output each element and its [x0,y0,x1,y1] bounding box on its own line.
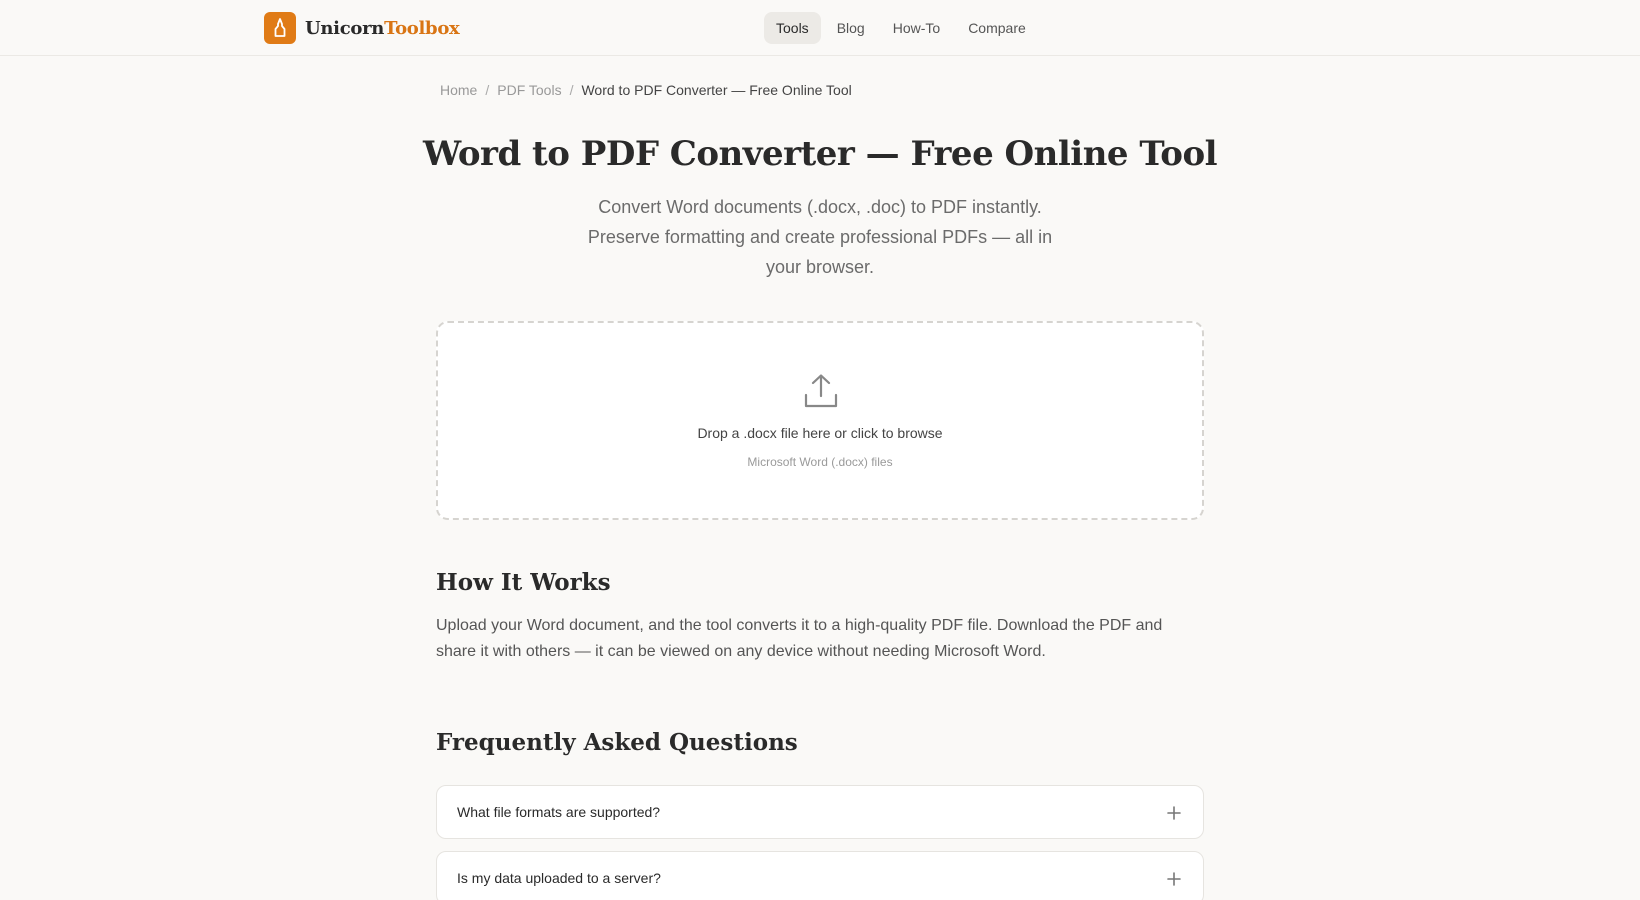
faq-item[interactable]: What file formats are supported? [436,785,1204,839]
plus-icon [1167,872,1181,891]
dropzone-instruction: Drop a .docx file here or click to brows… [697,425,943,441]
page-subtitle: Convert Word documents (.docx, .doc) to … [587,197,1053,277]
nav-tools[interactable]: Tools [764,12,821,44]
nav-blog[interactable]: Blog [825,12,877,44]
logo-text-accent: Toolbox [384,17,460,39]
breadcrumb-separator: / [485,82,490,98]
nav-how-to[interactable]: How-To [881,12,952,44]
breadcrumb-home[interactable]: Home [440,82,477,98]
main-nav: Tools Blog How-To Compare [764,12,1038,44]
breadcrumb-separator: / [569,82,574,98]
breadcrumb-current: Word to PDF Converter — Free Online Tool [581,82,852,98]
upload-icon [804,373,838,414]
dropzone-hint: Microsoft Word (.docx) files [747,455,893,469]
logo-icon [264,12,296,44]
breadcrumb: Home / PDF Tools / Word to PDF Converter… [440,82,852,98]
how-it-works-text: Upload your Word document, and the tool … [436,617,1163,660]
top-bar: UnicornToolbox Tools Blog How-To Compare [0,0,1640,56]
how-it-works-title: How It Works [436,569,611,596]
breadcrumb-pdf-tools[interactable]: PDF Tools [497,82,561,98]
nav-compare[interactable]: Compare [956,12,1038,44]
file-dropzone[interactable]: Drop a .docx file here or click to brows… [436,321,1204,520]
faq-question: What file formats are supported? [457,804,661,820]
logo-link[interactable]: UnicornToolbox [264,12,460,44]
logo-text: UnicornToolbox [305,17,460,39]
plus-icon [1167,806,1181,825]
page-title: Word to PDF Converter — Free Online Tool [422,134,1218,174]
faq-question: Is my data uploaded to a server? [457,870,661,886]
faq-item[interactable]: Is my data uploaded to a server? [436,851,1204,900]
faq-title: Frequently Asked Questions [436,729,798,756]
logo-text-primary: Unicorn [305,17,385,39]
